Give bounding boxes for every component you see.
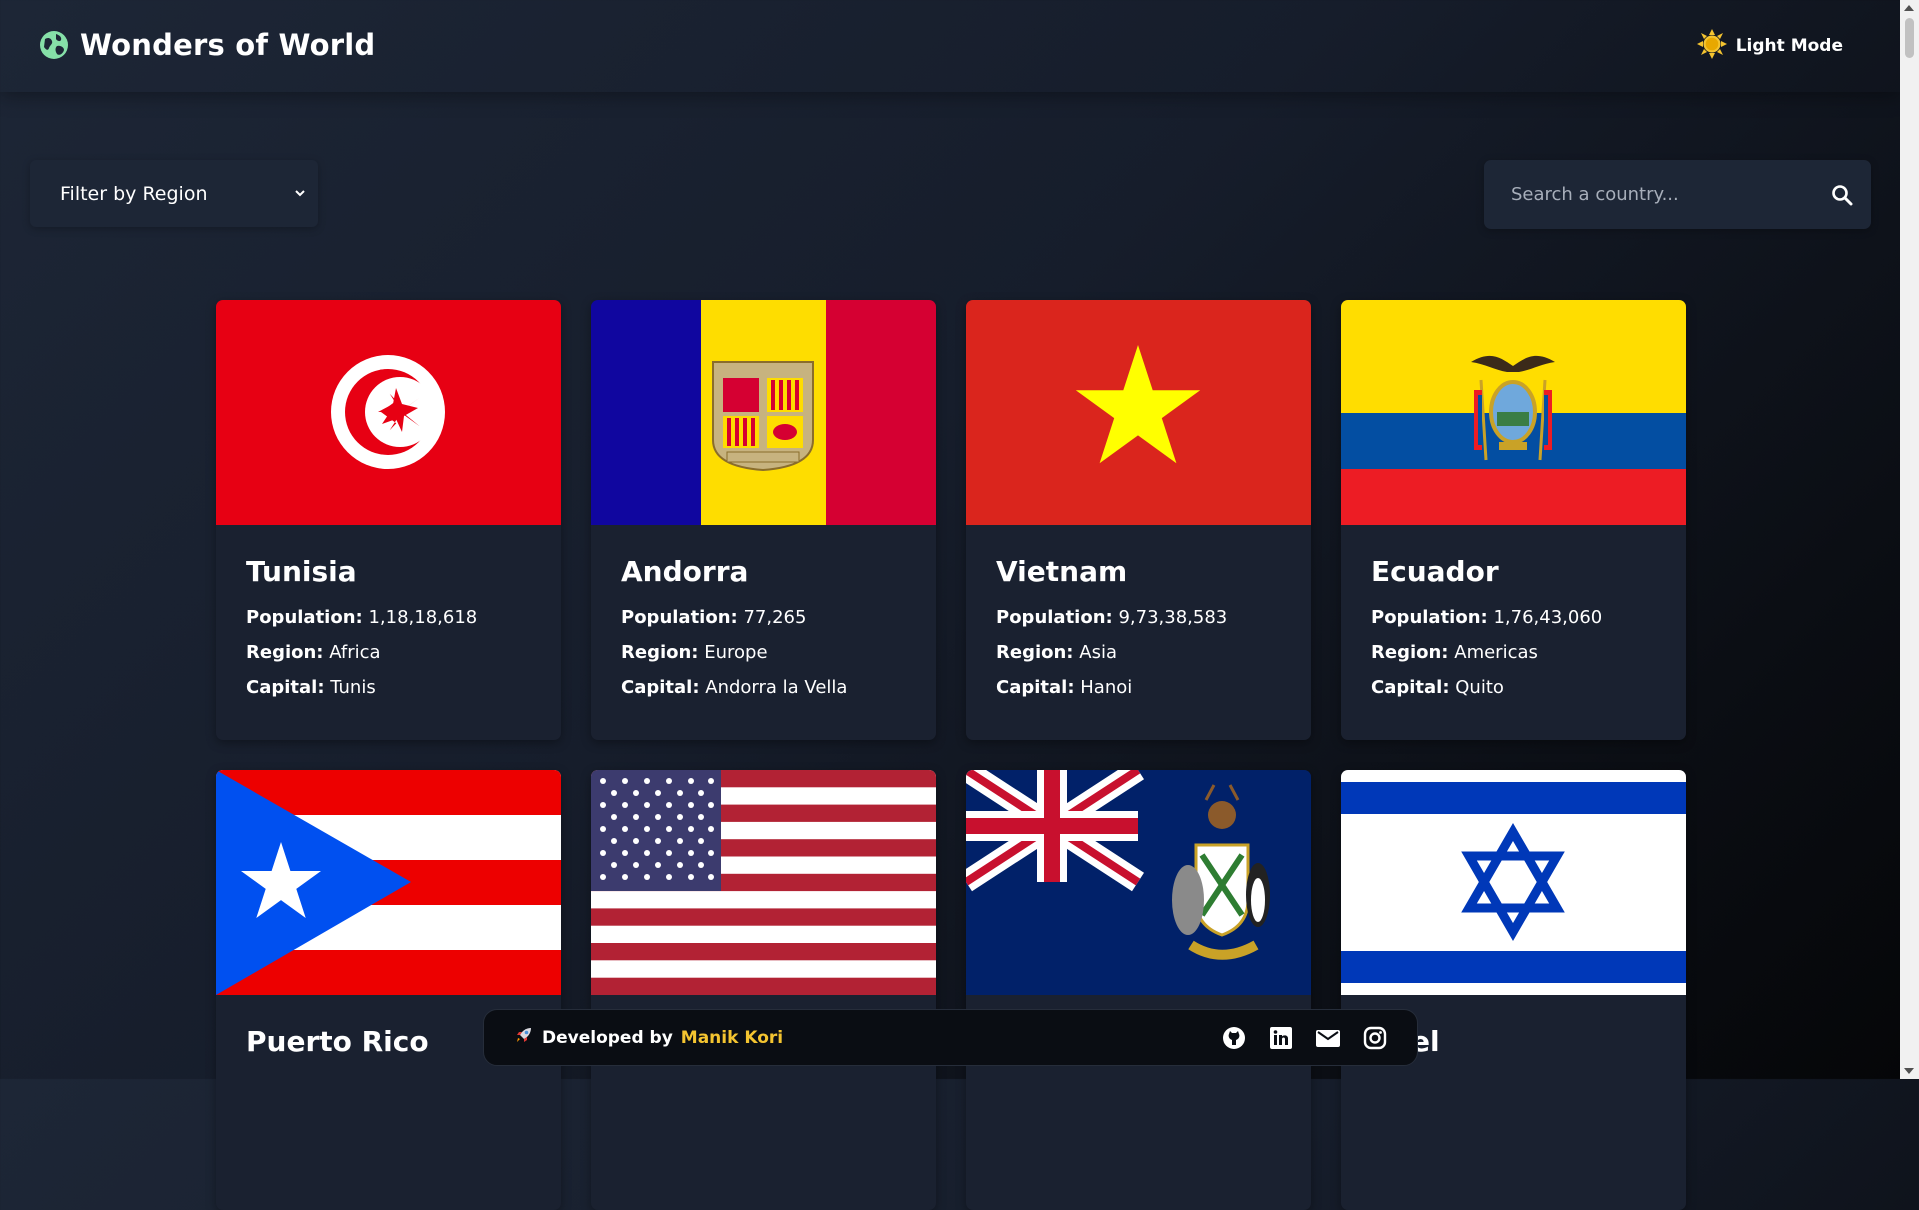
region-filter-label: Filter by Region	[60, 182, 208, 205]
rocket-icon	[514, 1025, 534, 1050]
puerto-rico-flag	[216, 770, 561, 995]
south-georgia-flag	[966, 770, 1311, 995]
developer-footer: Developed by Manik Kori	[483, 1009, 1418, 1066]
country-card[interactable]: Vietnam Population: 9,73,38,583 Region: …	[966, 300, 1311, 740]
country-name: Vietnam	[996, 555, 1128, 588]
developer-credit: Developed by Manik Kori	[514, 1025, 783, 1050]
scroll-down-arrow[interactable]	[1904, 1068, 1914, 1074]
search-icon[interactable]	[1831, 184, 1853, 206]
github-icon[interactable]	[1221, 1025, 1247, 1051]
app-title: Wonders of World	[80, 28, 376, 62]
country-name: Andorra	[621, 555, 749, 588]
region-info: Region: Europe	[621, 642, 768, 663]
population-info: Population: 77,265	[621, 607, 807, 628]
capital-info: Capital: Quito	[1371, 677, 1504, 698]
light-mode-label: Light Mode	[1735, 36, 1843, 56]
population-info: Population: 1,76,43,060	[1371, 607, 1603, 628]
population-info: Population: 9,73,38,583	[996, 607, 1228, 628]
ecuador-flag	[1341, 300, 1686, 525]
capital-info: Capital: Andorra la Vella	[621, 677, 848, 698]
country-name: Ecuador	[1371, 555, 1499, 588]
sun-icon	[1696, 28, 1728, 64]
scroll-thumb[interactable]	[1905, 18, 1914, 58]
country-card[interactable]: Tunisia Population: 1,18,18,618 Region: …	[216, 300, 561, 740]
region-info: Region: Africa	[246, 642, 381, 663]
capital-info: Capital: Hanoi	[996, 677, 1133, 698]
app-header: Wonders of World Light Mode	[0, 0, 1900, 92]
country-card[interactable]: Andorra Population: 77,265 Region: Europ…	[591, 300, 936, 740]
scroll-up-arrow[interactable]	[1904, 5, 1914, 11]
brand[interactable]: Wonders of World	[38, 28, 375, 62]
country-card[interactable]: el	[1341, 770, 1686, 1210]
earth-globe-icon	[38, 29, 70, 61]
population-info: Population: 1,18,18,618	[246, 607, 478, 628]
region-info: Region: Americas	[1371, 642, 1538, 663]
social-links	[1221, 1025, 1387, 1051]
vietnam-flag	[966, 300, 1311, 525]
country-card[interactable]: Ecuador Population: 1,76,43,060 Region: …	[1341, 300, 1686, 740]
usa-flag	[591, 770, 936, 995]
light-mode-toggle[interactable]: Light Mode	[1696, 28, 1843, 64]
search-input[interactable]	[1509, 183, 1831, 206]
israel-flag	[1341, 770, 1686, 995]
country-card[interactable]	[591, 770, 936, 1210]
region-info: Region: Asia	[996, 642, 1117, 663]
capital-info: Capital: Tunis	[246, 677, 376, 698]
country-card[interactable]: Puerto Rico	[216, 770, 561, 1210]
mail-icon[interactable]	[1315, 1027, 1341, 1049]
developed-by-label: Developed by	[542, 1027, 673, 1048]
tunisia-flag	[216, 300, 561, 525]
andorra-flag	[591, 300, 936, 525]
instagram-icon[interactable]	[1363, 1026, 1387, 1050]
linkedin-icon[interactable]	[1269, 1026, 1293, 1050]
country-search	[1484, 160, 1871, 229]
region-filter-select[interactable]: Filter by Region	[30, 160, 318, 227]
developer-name-link[interactable]: Manik Kori	[681, 1028, 783, 1048]
country-card[interactable]	[966, 770, 1311, 1210]
page-scrollbar[interactable]	[1900, 0, 1919, 1079]
chevron-down-icon	[294, 184, 306, 203]
country-name: Tunisia	[246, 555, 357, 588]
